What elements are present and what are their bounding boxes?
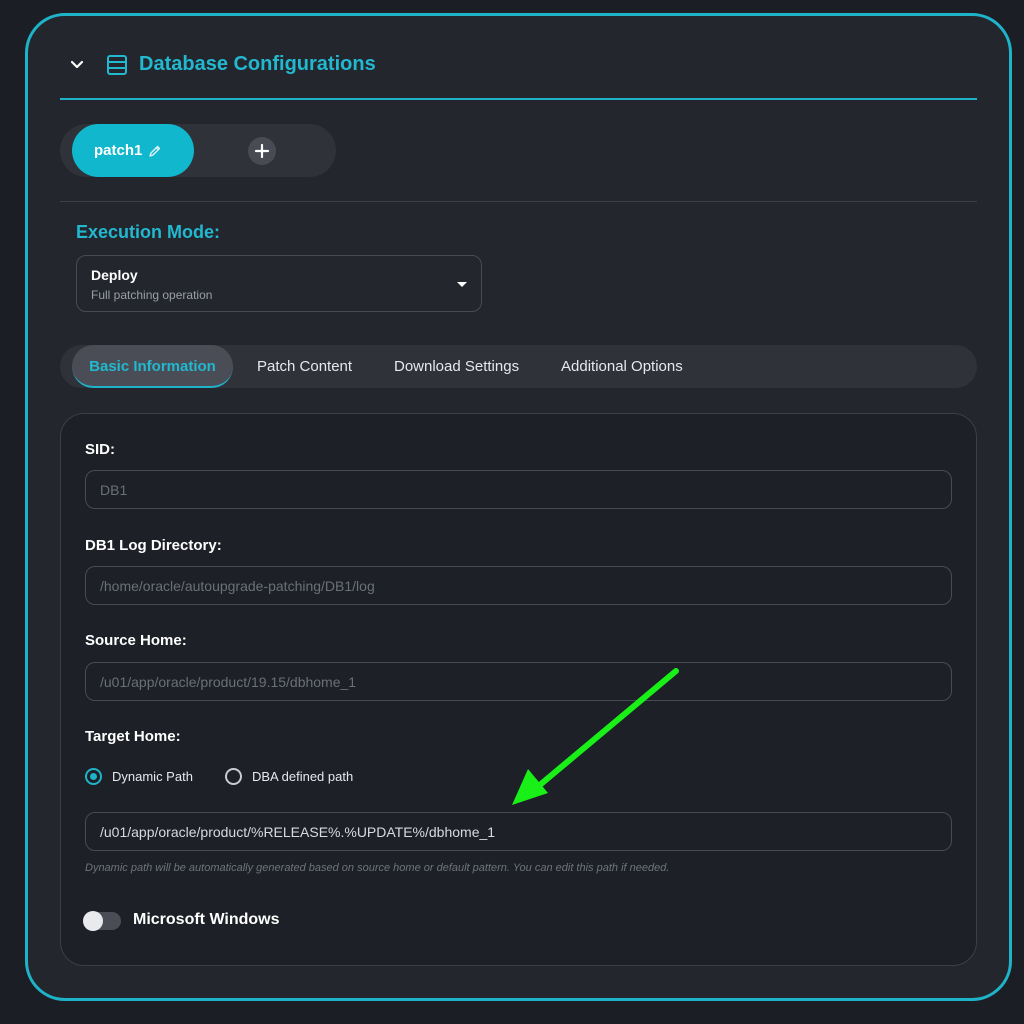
sid-input[interactable] — [85, 470, 952, 509]
divider — [60, 201, 977, 202]
log-directory-label: DB1 Log Directory: — [85, 537, 222, 554]
patch-tab-label: patch1 — [94, 142, 143, 159]
source-home-label: Source Home: — [85, 632, 187, 649]
execution-mode-select[interactable]: Deploy Full patching operation — [76, 255, 482, 312]
dba-defined-path-label[interactable]: DBA defined path — [252, 769, 353, 784]
windows-toggle-label: Microsoft Windows — [133, 911, 280, 928]
toggle-knob — [83, 911, 103, 931]
pencil-icon[interactable] — [148, 144, 162, 158]
dba-defined-path-radio[interactable] — [225, 768, 242, 785]
target-home-hint: Dynamic path will be automatically gener… — [85, 862, 670, 874]
chevron-down-icon[interactable] — [69, 57, 85, 73]
target-home-label: Target Home: — [85, 728, 181, 745]
dynamic-path-radio[interactable] — [85, 768, 102, 785]
tab-basic-information[interactable]: Basic Information — [72, 345, 233, 388]
section-header[interactable]: Database Configurations — [60, 45, 977, 100]
section-title: Database Configurations — [139, 53, 376, 75]
tab-bar: Basic Information Patch Content Download… — [60, 345, 977, 388]
database-icon — [107, 55, 127, 75]
tab-download-settings[interactable]: Download Settings — [394, 345, 519, 388]
caret-down-icon — [457, 282, 467, 287]
execution-mode-label: Execution Mode: — [76, 222, 221, 242]
dynamic-path-label[interactable]: Dynamic Path — [112, 769, 193, 784]
windows-toggle[interactable] — [83, 911, 121, 931]
patch-tab-patch1[interactable]: patch1 — [72, 124, 194, 177]
add-patch-button[interactable] — [248, 137, 276, 165]
target-home-input[interactable] — [85, 812, 952, 851]
execution-mode-description: Full patching operation — [91, 288, 213, 302]
source-home-input[interactable] — [85, 662, 952, 701]
sid-label: SID: — [85, 441, 115, 458]
tab-additional-options[interactable]: Additional Options — [561, 345, 683, 388]
log-directory-input[interactable] — [85, 566, 952, 605]
tab-patch-content[interactable]: Patch Content — [257, 345, 352, 388]
patch-tab-bar: patch1 — [60, 124, 336, 177]
execution-mode-value: Deploy — [91, 267, 138, 283]
plus-icon — [254, 143, 270, 159]
